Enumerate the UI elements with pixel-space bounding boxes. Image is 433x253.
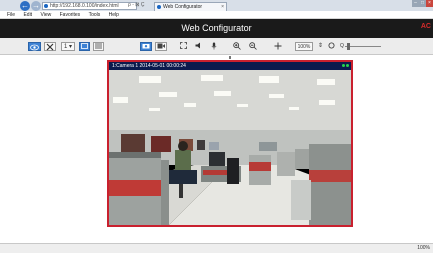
- page-zoom-level[interactable]: 100%: [417, 244, 430, 253]
- menu-tools[interactable]: Tools: [89, 12, 101, 18]
- app-title: Web Configurator: [181, 23, 252, 33]
- menu-file[interactable]: File: [7, 12, 15, 18]
- record-button[interactable]: [155, 42, 167, 51]
- fullscreen-button[interactable]: [178, 42, 188, 51]
- app-toolbar: 1 ▾ 100% ⇕ Q: [0, 38, 433, 55]
- settings-button[interactable]: [44, 42, 56, 51]
- zoom-out-button[interactable]: [248, 42, 258, 51]
- browser-top-bar: ← → http://192.168.0.100/index.html ρ - …: [0, 0, 433, 11]
- zoom-out-icon: [249, 42, 257, 50]
- tab-close-icon[interactable]: ×: [221, 3, 224, 11]
- center-marker: [229, 56, 231, 59]
- microphone-button[interactable]: [209, 42, 219, 51]
- address-tools[interactable]: ρ - ⊠ Ç: [128, 2, 144, 9]
- camera-feed-image: [109, 70, 351, 225]
- status-indicators: [341, 64, 349, 67]
- list-icon: [95, 43, 102, 49]
- site-favicon-icon: [44, 4, 48, 8]
- live-view-button[interactable]: [28, 42, 41, 51]
- brand-logo: AC: [420, 23, 431, 30]
- stream-select[interactable]: 1 ▾: [61, 42, 75, 51]
- status-dot-icon: [346, 64, 349, 67]
- eye-icon: [30, 44, 39, 51]
- zoom-slider-thumb[interactable]: [347, 43, 350, 50]
- record-icon: [157, 43, 165, 49]
- menu-edit[interactable]: Edit: [23, 12, 32, 18]
- stream-select-value: 1: [63, 44, 68, 50]
- menu-view[interactable]: View: [40, 12, 51, 18]
- reset-button[interactable]: [327, 42, 336, 51]
- ratio-select-value: 100%: [297, 44, 311, 50]
- close-window-button[interactable]: ×: [426, 0, 433, 7]
- audio-button[interactable]: [194, 42, 204, 51]
- zoom-in-icon: [233, 42, 241, 50]
- chevron-updown-icon: ⇕: [317, 43, 324, 49]
- ptz-button[interactable]: [272, 42, 283, 51]
- video-panel[interactable]: 1:Camera 1 2014-05-01 00:00:24: [107, 60, 353, 227]
- reset-icon: [328, 42, 335, 49]
- address-bar[interactable]: http://192.168.0.100/index.html: [42, 2, 137, 10]
- status-bar: 100%: [0, 243, 433, 253]
- window-controls: – □ ×: [412, 0, 433, 7]
- menu-favorites[interactable]: Favorites: [60, 12, 81, 18]
- address-text: http://192.168.0.100/index.html: [50, 3, 119, 9]
- layout-single-button[interactable]: [79, 42, 90, 51]
- browser-tab[interactable]: Web Configurator ×: [154, 2, 227, 11]
- zoom-slider[interactable]: [345, 46, 381, 47]
- menu-bar: File Edit View Favorites Tools Help: [0, 11, 433, 19]
- tab-favicon-icon: [157, 5, 161, 9]
- move-icon: [274, 42, 281, 50]
- back-button[interactable]: ←: [20, 1, 30, 11]
- zoom-in-button[interactable]: [232, 42, 242, 51]
- speed-button[interactable]: ⇕: [316, 42, 325, 51]
- ratio-select[interactable]: 100%: [295, 42, 313, 51]
- snapshot-button[interactable]: [140, 42, 152, 51]
- microphone-icon: [211, 42, 217, 50]
- status-dot-icon: [342, 64, 345, 67]
- minimize-button[interactable]: –: [412, 0, 419, 7]
- camera-icon: [142, 44, 150, 49]
- layout-list-button[interactable]: [93, 42, 104, 51]
- tab-title: Web Configurator: [163, 4, 203, 10]
- chevron-down-icon: ▾: [69, 44, 73, 50]
- fullscreen-icon: [179, 42, 187, 49]
- tools-icon: [46, 43, 54, 51]
- forward-button[interactable]: →: [31, 1, 41, 11]
- video-label-bar: 1:Camera 1 2014-05-01 00:00:24: [109, 62, 351, 70]
- app-header: Web Configurator AC: [0, 19, 433, 38]
- camera-timestamp: 1:Camera 1 2014-05-01 00:00:24: [112, 63, 186, 69]
- speaker-icon: [195, 42, 200, 49]
- screen-icon: [81, 43, 88, 49]
- menu-help[interactable]: Help: [109, 12, 119, 18]
- maximize-button[interactable]: □: [419, 0, 426, 7]
